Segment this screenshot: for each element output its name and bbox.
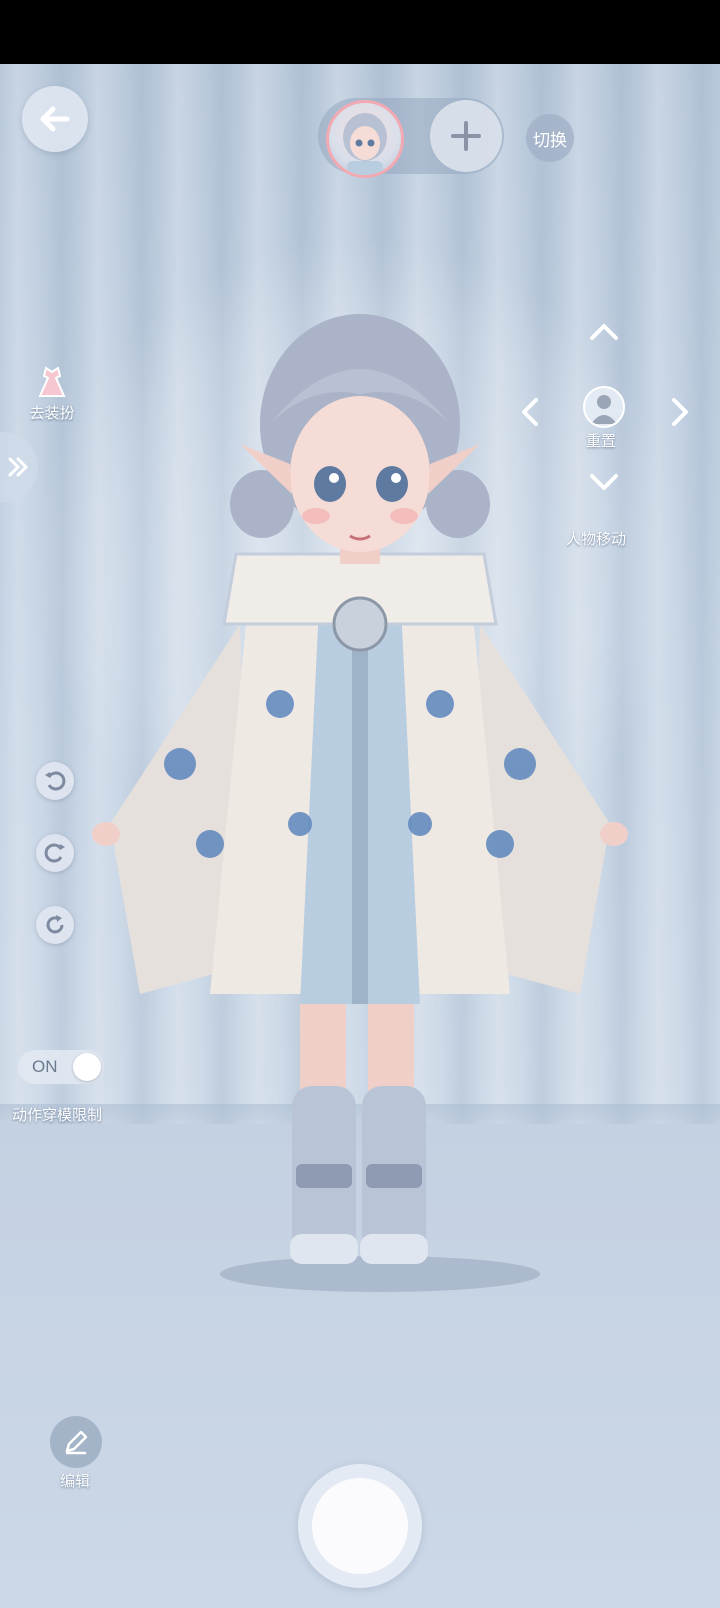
back-arrow-icon xyxy=(40,106,70,132)
reset-pose-button[interactable] xyxy=(36,906,74,944)
motion-limit-toggle[interactable]: ON xyxy=(18,1050,104,1084)
move-left-button[interactable] xyxy=(510,392,550,432)
avatar-portrait xyxy=(343,113,387,175)
edit-button[interactable] xyxy=(50,1416,102,1468)
status-bar xyxy=(0,0,720,64)
back-button[interactable] xyxy=(22,86,88,152)
chevron-left-icon xyxy=(522,398,538,426)
move-right-button[interactable] xyxy=(660,392,700,432)
chevron-right-icon xyxy=(672,398,688,426)
dress-icon xyxy=(38,366,66,397)
chevron-up-icon xyxy=(590,324,618,340)
redo-button[interactable] xyxy=(36,834,74,872)
plus-icon xyxy=(451,121,481,151)
edit-label: 编辑 xyxy=(60,1473,91,1490)
toggle-knob xyxy=(73,1053,101,1081)
character-avatar[interactable] xyxy=(326,100,404,178)
add-character-button[interactable] xyxy=(430,100,502,172)
chevron-down-icon xyxy=(590,474,618,490)
dress-up-label: 去装扮 xyxy=(29,405,75,422)
switch-button[interactable]: 切换 xyxy=(526,114,574,162)
redo-icon xyxy=(44,843,65,863)
toggle-state-label: ON xyxy=(32,1057,58,1076)
character-move-label: 人物移动 xyxy=(566,531,627,548)
undo-icon xyxy=(45,771,66,791)
double-chevron-right-icon xyxy=(8,457,29,477)
pencil-icon xyxy=(65,1430,88,1455)
dress-up-button[interactable]: 去装扮 xyxy=(20,362,84,423)
game-scene xyxy=(0,64,720,1608)
move-down-button[interactable] xyxy=(584,462,624,502)
move-up-button[interactable] xyxy=(584,312,624,352)
reset-label: 重置 xyxy=(586,433,617,450)
capture-button[interactable] xyxy=(312,1478,408,1574)
character-model[interactable] xyxy=(0,64,720,1608)
undo-button[interactable] xyxy=(36,762,74,800)
reset-position-button[interactable] xyxy=(583,386,625,428)
motion-limit-label: 动作穿模限制 xyxy=(12,1107,103,1124)
person-icon xyxy=(591,395,617,424)
refresh-icon xyxy=(46,915,64,934)
